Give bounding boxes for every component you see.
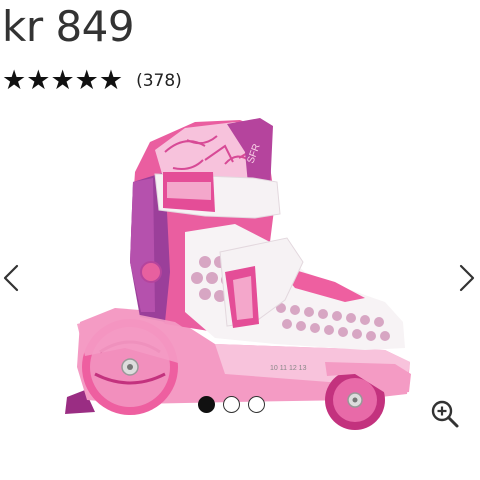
carousel-dot-2[interactable] [223, 396, 240, 413]
star-icon: ★ [74, 65, 99, 96]
chevron-left-icon[interactable] [0, 258, 26, 298]
product-rating[interactable]: ★ ★ ★ ★ ★ (378) [2, 66, 182, 96]
star-rating: ★ ★ ★ ★ ★ [2, 66, 123, 96]
roller-skate-product-image: SFR 10 11 12 13 [65, 118, 411, 430]
zoom-in-icon[interactable] [429, 398, 461, 430]
star-icon: ★ [2, 65, 27, 96]
chevron-right-icon[interactable] [452, 258, 478, 298]
review-count[interactable]: (378) [136, 71, 182, 91]
product-price: kr 849 [2, 2, 135, 51]
carousel-dot-1[interactable] [198, 396, 215, 413]
svg-text:10 11 12 13: 10 11 12 13 [270, 365, 307, 372]
carousel-dot-3[interactable] [248, 396, 265, 413]
star-icon: ★ [98, 65, 124, 96]
star-icon: ★ [26, 65, 51, 96]
star-icon: ★ [50, 65, 75, 96]
carousel-pagination [198, 396, 265, 413]
